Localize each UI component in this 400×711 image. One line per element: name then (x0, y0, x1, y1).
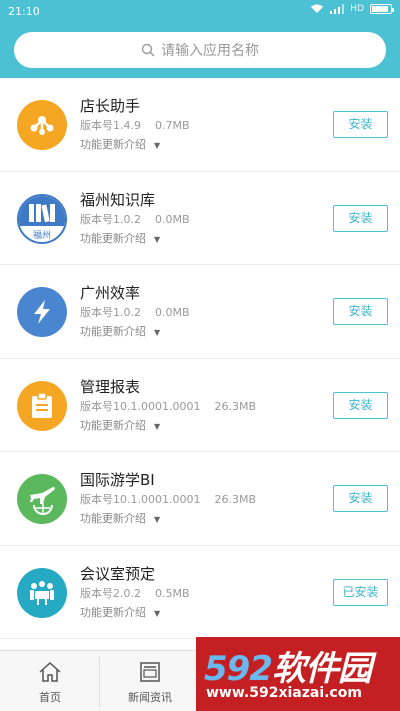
home-icon (39, 661, 61, 682)
app-size: 26.3MB (214, 399, 257, 413)
app-meta: 版本号10.1.0001.0001 26.3MB (80, 398, 256, 414)
meeting-icon (17, 567, 67, 618)
app-desc-toggle[interactable]: 功能更新介绍 ▼ (80, 136, 160, 152)
app-desc-toggle[interactable]: 功能更新介绍 ▼ (80, 417, 160, 433)
airplane-globe-icon (17, 474, 67, 524)
search-placeholder: 请输入应用名称 (161, 43, 259, 59)
app-meta: 版本号2.0.2 0.5MB (80, 585, 190, 601)
app-size: 0.5MB (155, 586, 190, 600)
lightning-icon (17, 287, 67, 337)
battery-icon (370, 4, 394, 14)
clipboard-icon (17, 380, 67, 431)
app-item[interactable]: 国际游学BI 版本号10.1.0001.0001 26.3MB 功能更新介绍 ▼ 安… (0, 452, 400, 546)
app-desc-label: 功能更新介绍 (80, 605, 146, 619)
installed-button[interactable]: 已安装 (333, 578, 388, 606)
caret-down-icon: ▼ (154, 608, 161, 618)
app-desc-label: 功能更新介绍 (80, 418, 146, 432)
app-list[interactable]: 店长助手 版本号1.4.9 0.7MB 功能更新介绍 ▼ 安装 福州 福州知识库 版… (0, 78, 400, 650)
tab-label: 新闻资讯 (128, 691, 172, 704)
caret-down-icon: ▼ (154, 328, 161, 337)
app-name: 广州效率 (80, 284, 141, 302)
app-version: 版本号2.0.2 (80, 586, 141, 600)
app-meta: 版本号1.0.2 0.0MB (80, 304, 190, 320)
app-item[interactable]: 会议室预定 版本号2.0.2 0.5MB 功能更新介绍 ▼ 已安装 (0, 546, 400, 639)
install-button[interactable]: 安装 (333, 111, 388, 138)
wifi-icon (311, 4, 324, 13)
caret-down-icon: ▼ (154, 234, 161, 244)
status-icons: HD (310, 4, 394, 14)
app-name: 福州知识库 (80, 190, 156, 209)
install-button[interactable]: 安装 (333, 485, 388, 512)
install-button[interactable]: 安装 (333, 391, 388, 419)
app-desc-toggle[interactable]: 功能更新介绍 ▼ (80, 323, 160, 339)
watermark-logo: 592软件园 www.592xiazai.com (196, 637, 400, 711)
app-item[interactable]: 店长助手 版本号1.4.9 0.7MB 功能更新介绍 ▼ 安装 (0, 78, 400, 172)
app-desc-toggle[interactable]: 功能更新介绍 ▼ (80, 230, 160, 246)
caret-down-icon: ▼ (154, 141, 161, 150)
news-icon (140, 662, 160, 682)
status-time: 21:10 (8, 5, 40, 18)
app-meta: 版本号1.4.9 0.7MB (80, 117, 190, 133)
watermark-url: www.592xiazai.com (206, 685, 362, 701)
watermark-text: 软件园 (271, 649, 372, 689)
network-type: HD (350, 4, 364, 14)
search-input[interactable]: 请输入应用名称 (14, 32, 386, 68)
tab-home[interactable]: 首页 (0, 651, 100, 711)
app-size: 0.0MB (155, 212, 190, 226)
app-item[interactable]: 广州效率 版本号1.0.2 0.0MB 功能更新介绍 ▼ 安装 (0, 265, 400, 359)
tab-label: 首页 (39, 691, 61, 704)
app-version: 版本号10.1.0001.0001 (80, 493, 201, 506)
caret-down-icon: ▼ (154, 515, 161, 524)
app-size: 0.0MB (155, 306, 190, 319)
app-name: 会议室预定 (80, 564, 156, 583)
tab-news[interactable]: 新闻资讯 (100, 651, 200, 711)
share-nodes-icon (17, 100, 67, 150)
status-bar: 21:10 HD (0, 0, 400, 24)
app-version: 版本号1.0.2 (80, 212, 141, 226)
app-meta: 版本号10.1.0001.0001 26.3MB (80, 491, 256, 507)
app-desc-label: 功能更新介绍 (80, 231, 146, 245)
icon-caption: 福州 (33, 230, 52, 241)
app-desc-toggle[interactable]: 功能更新介绍 ▼ (80, 510, 160, 526)
app-desc-toggle[interactable]: 功能更新介绍 ▼ (80, 604, 160, 620)
header: 请输入应用名称 (0, 24, 400, 78)
app-desc-label: 功能更新介绍 (80, 325, 146, 338)
app-version: 版本号1.4.9 (80, 119, 141, 132)
app-name: 管理报表 (80, 377, 141, 396)
app-desc-label: 功能更新介绍 (80, 138, 146, 151)
search-icon (141, 43, 155, 57)
watermark-digits: 592 (204, 649, 273, 689)
app-name: 国际游学BI (80, 471, 155, 489)
app-version: 版本号10.1.0001.0001 (80, 399, 201, 413)
app-name: 店长助手 (80, 97, 141, 115)
install-button[interactable]: 安装 (333, 204, 388, 232)
app-item[interactable]: 福州 福州知识库 版本号1.0.2 0.0MB 功能更新介绍 ▼ 安装 (0, 172, 400, 265)
app-item[interactable]: 管理报表 版本号10.1.0001.0001 26.3MB 功能更新介绍 ▼ 安装 (0, 359, 400, 452)
app-version: 版本号1.0.2 (80, 306, 141, 319)
app-size: 0.7MB (155, 119, 190, 132)
app-desc-label: 功能更新介绍 (80, 512, 146, 525)
app-meta: 版本号1.0.2 0.0MB (80, 211, 190, 227)
watermark-title: 592软件园 (204, 641, 372, 690)
caret-down-icon: ▼ (154, 421, 161, 431)
install-button[interactable]: 安装 (333, 298, 388, 325)
signal-icon (330, 4, 345, 14)
app-size: 26.3MB (214, 493, 257, 506)
